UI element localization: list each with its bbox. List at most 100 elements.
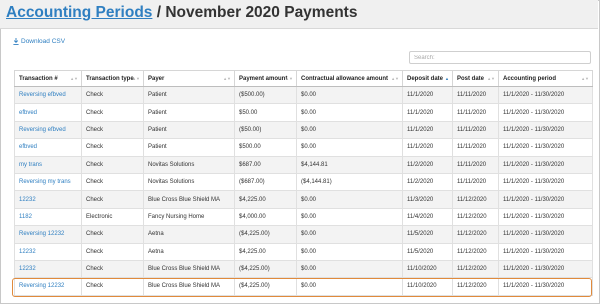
table-cell: $4,225.00 xyxy=(234,190,297,209)
breadcrumb-separator: / xyxy=(152,4,166,21)
table-cell: $0.00 xyxy=(296,138,403,157)
table-cell: ($687.00) xyxy=(234,172,297,192)
table-cell: 11/1/2020 - 11/30/2020 xyxy=(498,190,593,209)
payments-table: Transaction # ▲▼ Transaction type ▲▼ Payer ▲▼… xyxy=(14,70,593,296)
transaction-link[interactable]: 1182 xyxy=(14,207,82,227)
table-cell: 11/1/2020 - 11/30/2020 xyxy=(498,259,593,279)
table-cell: 11/10/2020 xyxy=(402,259,453,279)
table-cell: Patient xyxy=(143,103,235,122)
transaction-link[interactable]: 12232 xyxy=(14,259,82,279)
table-cell: 11/1/2020 - 11/30/2020 xyxy=(498,277,593,296)
column-header-label: Payer xyxy=(148,75,165,82)
table-cell: Blue Cross Blue Shield MA xyxy=(143,259,235,279)
transaction-link[interactable]: 12232 xyxy=(14,190,82,209)
transaction-link[interactable]: Reversing efbved xyxy=(14,120,82,140)
column-header[interactable]: Payment amount ▲▼ xyxy=(234,70,297,87)
search-input[interactable] xyxy=(409,51,591,64)
table-cell: 11/1/2020 xyxy=(402,85,453,105)
table-cell: Check xyxy=(81,172,144,192)
table-row: Reversing 12232 Check Blue Cross Blue Shie… xyxy=(14,277,593,296)
table-cell: $687.00 xyxy=(234,155,297,174)
table-cell: Check xyxy=(81,242,144,261)
table-cell: Novitas Solutions xyxy=(143,155,235,174)
column-header[interactable]: Deposit date ▲ xyxy=(402,70,453,87)
table-cell: 11/1/2020 - 11/30/2020 xyxy=(498,138,593,157)
download-csv-link[interactable]: Download CSV xyxy=(13,38,65,45)
column-header[interactable]: Accounting period ▲▼ xyxy=(498,70,593,87)
table-cell: ($4,144.81) xyxy=(296,172,403,192)
column-header[interactable]: Payer ▲▼ xyxy=(143,70,235,87)
table-cell: 11/1/2020 xyxy=(402,120,453,140)
transaction-link[interactable]: my trans xyxy=(14,155,82,174)
column-header[interactable]: Transaction # ▲▼ xyxy=(14,70,82,87)
table-cell: Check xyxy=(81,277,144,296)
page-title: Accounting Periods / November 2020 Payme… xyxy=(6,4,357,22)
download-icon xyxy=(13,38,19,45)
column-header-label: Transaction type xyxy=(86,75,134,82)
table-cell: 11/1/2020 - 11/30/2020 xyxy=(498,155,593,174)
table-row: 1182 Electronic Fancy Nursing Home $4,000.0… xyxy=(14,207,593,227)
table-cell: 11/12/2020 xyxy=(452,242,499,261)
table-cell: Blue Cross Blue Shield MA xyxy=(143,277,235,296)
table-cell: 11/12/2020 xyxy=(452,207,499,227)
table-cell: 11/1/2020 - 11/30/2020 xyxy=(498,242,593,261)
breadcrumb-accounting-periods[interactable]: Accounting Periods xyxy=(6,4,152,21)
table-cell: Aetna xyxy=(143,225,235,244)
table-cell: ($4,225.00) xyxy=(234,277,297,296)
table-row: Reversing my trans Check Novitas Solutions… xyxy=(14,172,593,192)
table-cell: ($4,225.00) xyxy=(234,225,297,244)
page-header: Accounting Periods / November 2020 Payme… xyxy=(0,0,598,29)
column-header-label: Contractual allowance amount xyxy=(301,75,389,82)
table-cell: 11/11/2020 xyxy=(452,172,499,192)
table-header-row: Transaction # ▲▼ Transaction type ▲▼ Payer ▲▼… xyxy=(14,70,593,87)
column-header[interactable]: Transaction type ▲▼ xyxy=(81,70,144,87)
table-cell: 11/1/2020 - 11/30/2020 xyxy=(498,207,593,227)
transaction-link[interactable]: efbved xyxy=(14,103,82,122)
table-cell: 11/10/2020 xyxy=(402,277,453,296)
sort-arrows-icon: ▲ xyxy=(445,76,449,81)
table-cell: Check xyxy=(81,138,144,157)
transaction-link[interactable]: efbved xyxy=(14,138,82,157)
sort-arrows-icon: ▲▼ xyxy=(132,76,140,81)
transaction-link[interactable]: 12232 xyxy=(14,242,82,261)
table-cell: Electronic xyxy=(81,207,144,227)
table-cell: 11/12/2020 xyxy=(452,190,499,209)
table-cell: ($50.00) xyxy=(234,120,297,140)
table-row: Reversing efbved Check Patient ($500.00) $0.… xyxy=(14,85,593,105)
table-cell: $50.00 xyxy=(234,103,297,122)
transaction-link[interactable]: Reversing 12232 xyxy=(14,277,82,296)
table-row: 12232 Check Aetna $4,225.00 $0.00 11/5/2020 11… xyxy=(14,242,593,261)
table-cell: Patient xyxy=(143,85,235,105)
table-cell: 11/1/2020 - 11/30/2020 xyxy=(498,172,593,192)
table-cell: Check xyxy=(81,85,144,105)
table-row: my trans Check Novitas Solutions $687.00 $4,… xyxy=(14,155,593,174)
column-header[interactable]: Contractual allowance amount ▲▼ xyxy=(296,70,403,87)
table-cell: 11/11/2020 xyxy=(452,103,499,122)
column-header[interactable]: Post date ▲▼ xyxy=(452,70,499,87)
page-title-text: November 2020 Payments xyxy=(165,4,358,21)
table-cell: 11/11/2020 xyxy=(452,155,499,174)
column-header-label: Deposit date xyxy=(407,75,444,82)
table-cell: $0.00 xyxy=(296,103,403,122)
table-cell: Patient xyxy=(143,138,235,157)
sort-arrows-icon: ▲▼ xyxy=(285,76,293,81)
sort-arrows-icon: ▲▼ xyxy=(391,76,399,81)
table-cell: 11/11/2020 xyxy=(452,138,499,157)
column-header-label: Payment amount xyxy=(239,75,288,82)
table-cell: 11/12/2020 xyxy=(452,277,499,296)
transaction-link[interactable]: Reversing efbved xyxy=(14,85,82,105)
transaction-link[interactable]: Reversing my trans xyxy=(14,172,82,192)
table-cell: $0.00 xyxy=(296,207,403,227)
table-cell: Check xyxy=(81,103,144,122)
table-cell: Aetna xyxy=(143,242,235,261)
table-row: 12232 Check Blue Cross Blue Shield MA ($4,2… xyxy=(14,259,593,279)
table-cell: 11/1/2020 - 11/30/2020 xyxy=(498,85,593,105)
table-cell: 11/3/2020 xyxy=(402,190,453,209)
sort-arrows-icon: ▲▼ xyxy=(487,76,495,81)
sort-arrows-icon: ▲▼ xyxy=(223,76,231,81)
table-cell: Blue Cross Blue Shield MA xyxy=(143,190,235,209)
table-cell: 11/12/2020 xyxy=(452,259,499,279)
column-header-label: Post date xyxy=(457,75,485,82)
transaction-link[interactable]: Reversing 12232 xyxy=(14,225,82,244)
table-cell: $0.00 xyxy=(296,242,403,261)
